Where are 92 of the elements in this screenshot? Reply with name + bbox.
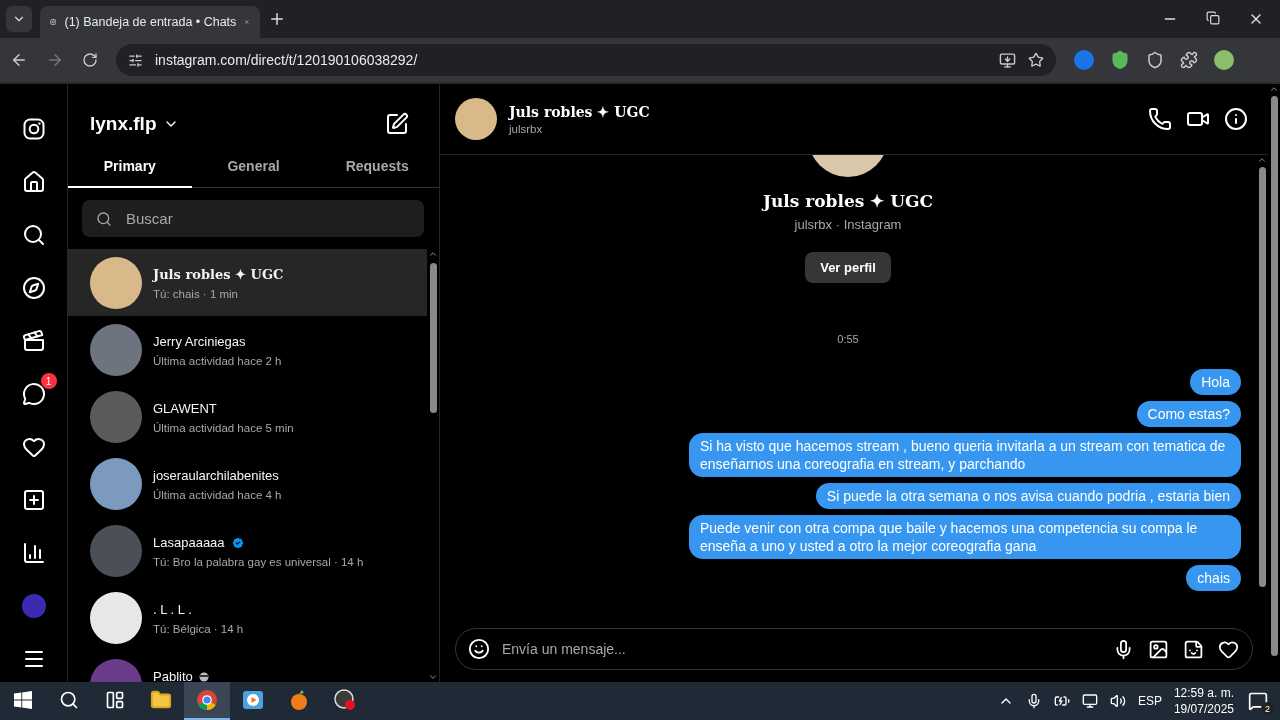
task-view-icon[interactable] bbox=[105, 690, 125, 710]
scroll-up-icon[interactable] bbox=[1257, 155, 1267, 165]
battery-icon[interactable] bbox=[1053, 693, 1070, 709]
view-profile-button[interactable]: Ver perfil bbox=[805, 252, 891, 283]
conversation-item[interactable]: Jerry Arciniegas Última actividad hace 2 h bbox=[68, 316, 427, 383]
clock-date[interactable]: 19/07/2025 bbox=[1173, 702, 1234, 716]
image-icon[interactable] bbox=[1148, 638, 1169, 660]
info-icon[interactable] bbox=[1224, 107, 1248, 131]
extension-icon[interactable] bbox=[1074, 50, 1094, 70]
forward-icon[interactable] bbox=[46, 51, 64, 69]
media-player-icon[interactable] bbox=[242, 690, 264, 710]
browser-tab[interactable]: (1) Bandeja de entrada • Chats bbox=[40, 6, 260, 38]
scrollbar-thumb[interactable] bbox=[429, 263, 437, 413]
inbox-tab[interactable]: General bbox=[191, 150, 316, 188]
shield-check-icon[interactable] bbox=[1110, 50, 1130, 70]
compass-icon[interactable] bbox=[21, 276, 46, 300]
contact-name: . L . L . bbox=[153, 602, 192, 617]
account-username[interactable]: lynx.flp bbox=[90, 113, 157, 135]
notification-badge: 1 bbox=[40, 373, 57, 389]
inbox-tab[interactable]: Primary bbox=[68, 150, 192, 188]
message-field[interactable]: Envía un mensaje... bbox=[455, 628, 1253, 670]
profile-name: Juls robles ✦ UGC bbox=[762, 191, 934, 211]
message-preview: Última actividad hace 5 min bbox=[153, 422, 294, 434]
contact-name: GLAWENT bbox=[153, 401, 217, 416]
language-indicator[interactable]: ESP bbox=[1137, 694, 1162, 708]
record-icon[interactable] bbox=[334, 689, 356, 711]
instagram-logo-icon[interactable] bbox=[21, 117, 46, 141]
message-timestamp: 0:55 bbox=[837, 333, 859, 345]
folder-icon[interactable] bbox=[150, 689, 172, 711]
message-preview: Tú: Bélgica · 14 h bbox=[153, 623, 244, 635]
back-icon[interactable] bbox=[10, 51, 28, 69]
tab-search-button[interactable] bbox=[6, 6, 32, 32]
contact-name: Juls robles ✦ UGC bbox=[153, 267, 284, 282]
reels-icon[interactable] bbox=[21, 329, 46, 353]
conversation-item[interactable]: Lasapaaaaa Tú: Bro la palabra gay es universal · 14 h bbox=[68, 517, 427, 584]
star-icon[interactable] bbox=[1028, 52, 1044, 68]
extensions-icon[interactable] bbox=[1180, 51, 1198, 69]
message-bubble: chais bbox=[1186, 565, 1241, 591]
volume-icon[interactable] bbox=[1109, 693, 1126, 709]
contact-name: Pablito bbox=[153, 669, 193, 682]
message-preview: Tú: chais · 1 min bbox=[153, 288, 239, 300]
address-field[interactable]: instagram.com/direct/t/120190106038292/ bbox=[116, 44, 1056, 76]
windows-logo-icon[interactable] bbox=[14, 691, 32, 709]
message-bubble: Hola bbox=[1190, 369, 1241, 395]
restore-icon[interactable] bbox=[1206, 11, 1220, 25]
network-icon[interactable] bbox=[1081, 693, 1098, 709]
site-settings-icon[interactable] bbox=[128, 52, 143, 68]
profile-subtitle: julsrbx · Instagram bbox=[794, 217, 902, 232]
search-icon[interactable] bbox=[21, 223, 46, 247]
chat-contact-name[interactable]: Juls robles ✦ UGC bbox=[509, 103, 650, 120]
message-bubble: Puede venir con otra compa que baile y hacemos una competencia su compa le enseña a uno y usted a otro la mejor coreografia gana bbox=[689, 515, 1241, 559]
message-preview: Última actividad hace 4 h bbox=[153, 489, 282, 501]
reload-icon[interactable] bbox=[82, 52, 98, 68]
fruit-icon[interactable] bbox=[289, 689, 309, 711]
phone-icon[interactable] bbox=[1148, 107, 1172, 131]
profile-avatar[interactable] bbox=[1214, 50, 1234, 70]
install-icon[interactable] bbox=[999, 51, 1016, 69]
conversation-item[interactable]: joseraularchilabenites Última actividad hace 4 h bbox=[68, 450, 427, 517]
clock-time[interactable]: 12:59 a. m. bbox=[1173, 686, 1234, 700]
search-field[interactable]: Buscar bbox=[82, 200, 424, 237]
message-bubble: Si ha visto que hacemos stream , bueno queria invitarla a un stream con tematica de enseñarnos una coreografia en stream, y parchando bbox=[689, 433, 1241, 477]
messages-icon[interactable] bbox=[21, 382, 46, 406]
scroll-up-icon[interactable] bbox=[428, 249, 438, 259]
shield-icon[interactable] bbox=[1146, 51, 1164, 69]
contact-name: Jerry Arciniegas bbox=[153, 334, 246, 349]
contact-name: Lasapaaaaa bbox=[153, 535, 225, 550]
compose-icon[interactable] bbox=[385, 112, 409, 136]
inbox-tab[interactable]: Requests bbox=[315, 150, 439, 188]
conversation-item[interactable]: Juls robles ✦ UGC Tú: chais · 1 min bbox=[68, 249, 427, 316]
new-tab-icon[interactable] bbox=[268, 10, 286, 28]
plus-square-icon[interactable] bbox=[21, 488, 46, 512]
message-preview: Tú: Bro la palabra gay es universal · 14 h bbox=[153, 556, 364, 568]
search-icon bbox=[96, 210, 112, 227]
search-icon[interactable] bbox=[59, 690, 79, 710]
scrollbar-thumb[interactable] bbox=[1270, 96, 1278, 656]
conversation-item[interactable]: GLAWENT Última actividad hace 5 min bbox=[68, 383, 427, 450]
message-preview: Última actividad hace 2 h bbox=[153, 355, 282, 367]
contact-name: joseraularchilabenites bbox=[153, 468, 279, 483]
photo-placeholder[interactable] bbox=[455, 98, 497, 140]
bar-chart-icon[interactable] bbox=[21, 541, 46, 565]
chat-contact-handle: julsrbx bbox=[509, 122, 544, 135]
scroll-down-icon[interactable] bbox=[428, 672, 438, 682]
home-icon[interactable] bbox=[21, 170, 46, 194]
message-bubble: Como estas? bbox=[1136, 401, 1241, 427]
sticker-icon[interactable] bbox=[1183, 638, 1204, 660]
emoji-icon[interactable] bbox=[468, 638, 490, 660]
message-bubble: Si puede la otra semana o nos avisa cuando podria , estaria bien bbox=[815, 483, 1241, 509]
scroll-up-icon[interactable] bbox=[1269, 84, 1279, 94]
chrome-icon[interactable] bbox=[196, 689, 218, 711]
scrollbar-thumb[interactable] bbox=[1258, 167, 1266, 587]
heart-icon[interactable] bbox=[21, 435, 46, 459]
conversation-item[interactable]: . L . L . Tú: Bélgica · 14 h bbox=[68, 584, 427, 651]
